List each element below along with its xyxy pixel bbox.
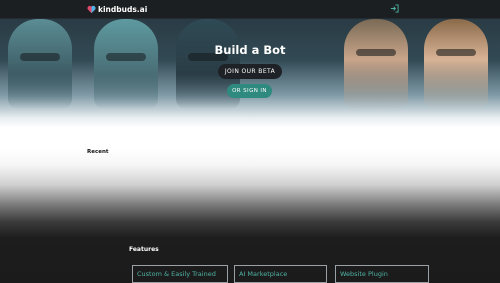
hero-title: Build a Bot [214, 43, 286, 57]
robot-face-image [8, 19, 72, 109]
feature-ai-marketplace-button[interactable]: AI Marketplace [234, 265, 327, 283]
top-nav: kindbuds.ai [0, 0, 500, 18]
brand-name: kindbuds.ai [98, 4, 148, 14]
heart-logo-icon [87, 5, 96, 13]
robot-face-image [94, 19, 158, 109]
signin-arrow-icon[interactable] [390, 4, 399, 13]
person-face-image [344, 19, 408, 109]
person-face-image [424, 19, 488, 109]
features-heading: Features [129, 246, 159, 253]
sign-in-button[interactable]: OR SIGN IN [227, 84, 272, 98]
brand-logo[interactable]: kindbuds.ai [87, 3, 147, 15]
feature-website-plugin-button[interactable]: Website Plugin [335, 265, 429, 283]
feature-custom-trained-button[interactable]: Custom & Easily Trained [132, 265, 228, 283]
join-beta-button[interactable]: JOIN OUR BETA [218, 64, 282, 79]
recent-heading: Recent [87, 149, 109, 155]
